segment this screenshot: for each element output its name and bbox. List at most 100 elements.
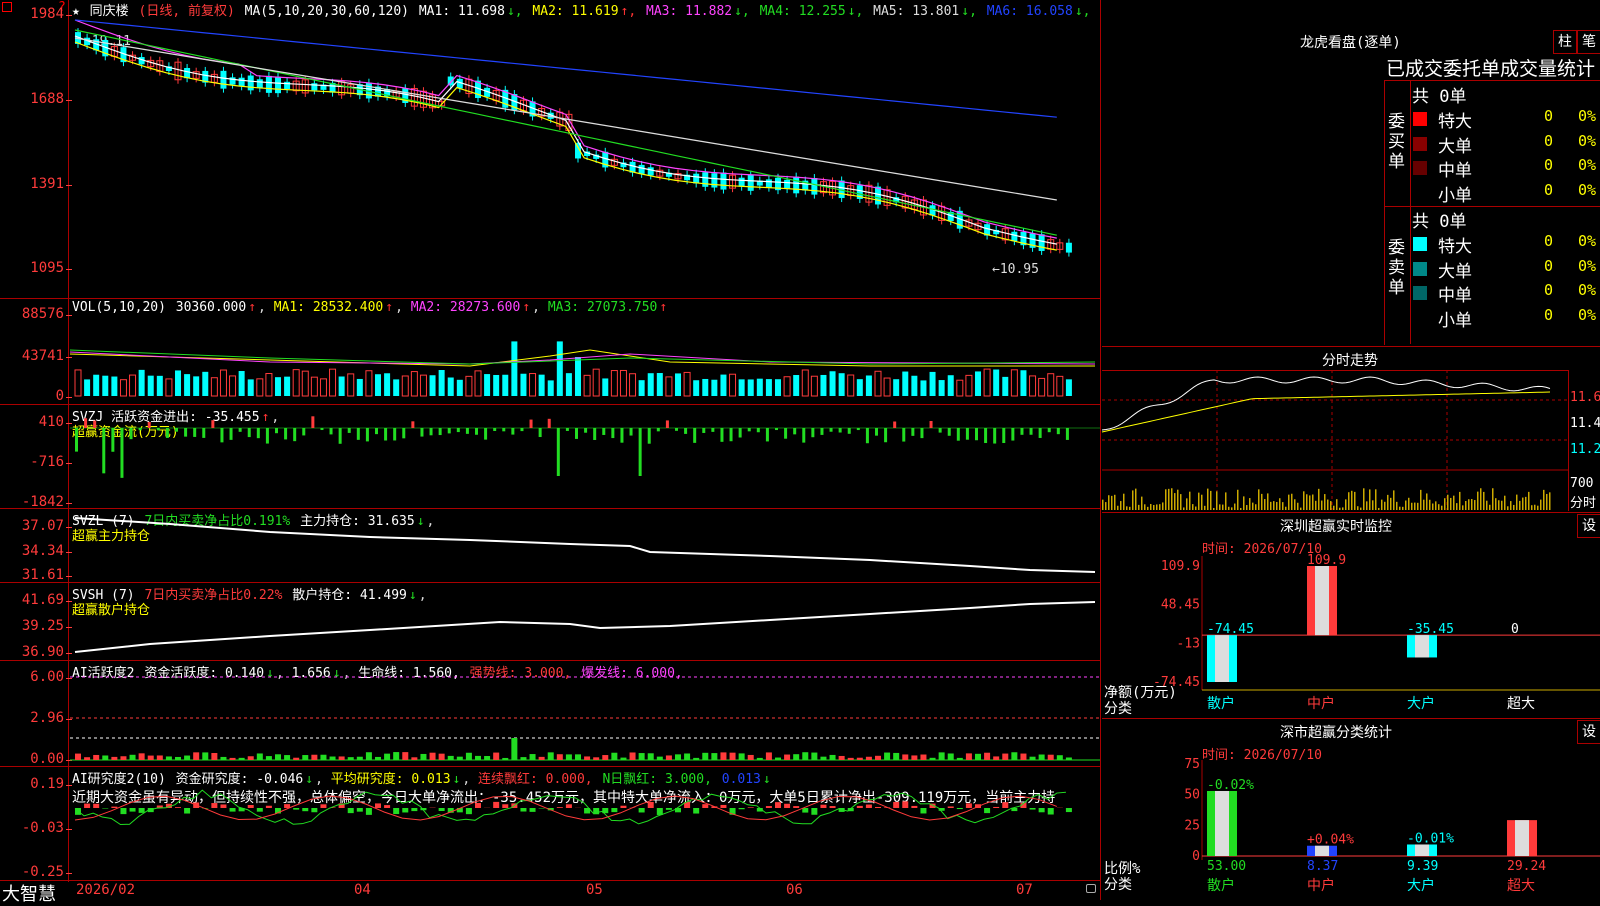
sell-count-2: 0 [1544, 281, 1553, 299]
vol-bar-13 [193, 376, 199, 396]
lhb-bar-button[interactable]: 柱 [1553, 30, 1577, 54]
vol-bar-69 [702, 379, 708, 396]
activity-bar-45 [484, 756, 490, 760]
vol-bar-86 [857, 379, 863, 396]
sep-7 [0, 880, 1100, 881]
ma-value-3: MA3: 11.882 [646, 4, 732, 19]
vol-value: 30360.000 [176, 300, 246, 315]
activity-bar-74 [748, 755, 754, 760]
activity-bar-62 [639, 753, 645, 760]
flow-bar-20 [257, 428, 260, 438]
monitor-bar-chart[interactable]: 109.948.45-13-74.45-74.45散户109.9中户-35.45… [1102, 556, 1600, 716]
monitor-cat-2: 大户 [1407, 695, 1435, 712]
flow-bar-21 [266, 428, 269, 444]
capital-flow-chart[interactable] [70, 420, 1100, 504]
vol-bar-75 [757, 379, 763, 396]
intraday-vol-390 [1492, 488, 1494, 510]
ai-activity-chart[interactable] [70, 660, 1100, 766]
research-bar-37 [411, 808, 417, 811]
sell-color-0 [1413, 237, 1427, 251]
volume-chart[interactable] [70, 316, 1100, 398]
candlestick-chart[interactable] [70, 18, 1100, 298]
svzl-tick-0: 37.07 [2, 518, 64, 534]
research-bar-16 [220, 804, 226, 808]
ma5-line [75, 38, 1057, 200]
vol-bar-42 [457, 380, 463, 396]
activity-bar-100 [984, 753, 990, 760]
vol-bar-61 [630, 374, 636, 396]
intraday-vol-432 [1534, 505, 1536, 510]
sep-3 [0, 508, 1100, 509]
sell-pct-2: 0% [1578, 281, 1596, 299]
activity-bar-29 [339, 756, 345, 760]
period-label[interactable]: (日线, 前复权) [139, 4, 235, 19]
vol-bar-46 [493, 375, 499, 396]
intraday-vol-354 [1456, 503, 1458, 510]
intraday-vol-252 [1354, 492, 1356, 510]
intraday-vol-444 [1546, 494, 1548, 510]
sell-label: 委卖单 [1388, 238, 1406, 298]
intraday-vol-102 [1204, 506, 1206, 510]
research-bar-34 [384, 805, 390, 808]
research-bar-7 [139, 808, 145, 813]
flow-bar-105 [1030, 428, 1033, 435]
lock-icon[interactable] [1086, 884, 1096, 893]
intraday-vol-315 [1417, 503, 1419, 510]
intraday-vol-177 [1279, 498, 1281, 510]
intraday-vol-306 [1408, 498, 1410, 510]
retail-holding-chart[interactable] [70, 584, 1100, 660]
sell-color-2 [1413, 286, 1427, 300]
research-bar-62 [639, 808, 645, 812]
intraday-vol-126 [1228, 507, 1230, 510]
class-bar-chart[interactable]: 7550250-0.02%53.00散户+0.04%8.37中户-0.01%9.… [1102, 760, 1600, 900]
flow-bar-86 [857, 428, 860, 430]
activity-bar-59 [611, 753, 617, 760]
ai-research-chart[interactable] [70, 800, 1100, 880]
candle-106 [1039, 230, 1045, 255]
monitor-settings-button[interactable]: 设 [1577, 514, 1600, 538]
main-holding-chart[interactable] [70, 510, 1100, 582]
star-icon[interactable]: ★ [72, 4, 80, 19]
activity-bar-93 [920, 755, 926, 760]
flow-bar-13 [193, 428, 196, 437]
flow-bar-98 [966, 428, 969, 440]
lhb-tick-button[interactable]: 笔 [1577, 30, 1600, 54]
activity-bar-101 [993, 756, 999, 760]
flow-bar-66 [675, 428, 678, 431]
monitor-tick-2: -13 [1177, 636, 1200, 651]
lhb-stats-header: 已成交委托单成交量统计 [1386, 54, 1595, 81]
monitor-tick-0: 109.9 [1161, 559, 1200, 574]
vol-bar-34 [384, 373, 390, 396]
flow-bar-45 [484, 428, 487, 440]
vol-bar-48 [511, 341, 517, 396]
intraday-vol-255 [1357, 506, 1359, 510]
activity-bar-56 [584, 756, 590, 760]
intraday-vol-24 [1126, 506, 1128, 510]
price-tick-3: 1095 [2, 260, 64, 276]
intraday-chart[interactable] [1102, 370, 1568, 510]
activity-bar-4 [111, 757, 117, 760]
research-bar-80 [802, 808, 808, 813]
research-bar-25 [302, 808, 308, 811]
research-bar-32 [366, 808, 372, 815]
intraday-vol-291 [1393, 490, 1395, 510]
intraday-vol-405 [1507, 506, 1509, 510]
intraday-vol-129 [1231, 507, 1233, 510]
research-bar-19 [248, 805, 254, 808]
intraday-vol-93 [1195, 507, 1197, 510]
flow-bar-6 [130, 428, 133, 439]
stock-name[interactable]: 同庆楼 [90, 4, 129, 19]
vol-bar-76 [766, 379, 772, 396]
monitor-tick-1: 48.45 [1161, 598, 1200, 613]
class-settings-button[interactable]: 设 [1577, 720, 1600, 744]
ma-values: MA1: 11.698↓, MA2: 11.619↑, MA3: 11.882↓… [419, 4, 1093, 19]
intraday-vol-240 [1342, 507, 1344, 510]
intraday-vol-114 [1216, 491, 1218, 510]
class-cat-2: 大户 [1407, 877, 1435, 894]
buy-pct-2: 0% [1578, 156, 1596, 174]
vol-bar-44 [475, 371, 481, 396]
monitor-cat-3: 超大 [1507, 696, 1535, 712]
vol-bar-23 [284, 377, 290, 396]
intraday-vol-366 [1468, 499, 1470, 510]
activity-bar-69 [702, 753, 708, 760]
